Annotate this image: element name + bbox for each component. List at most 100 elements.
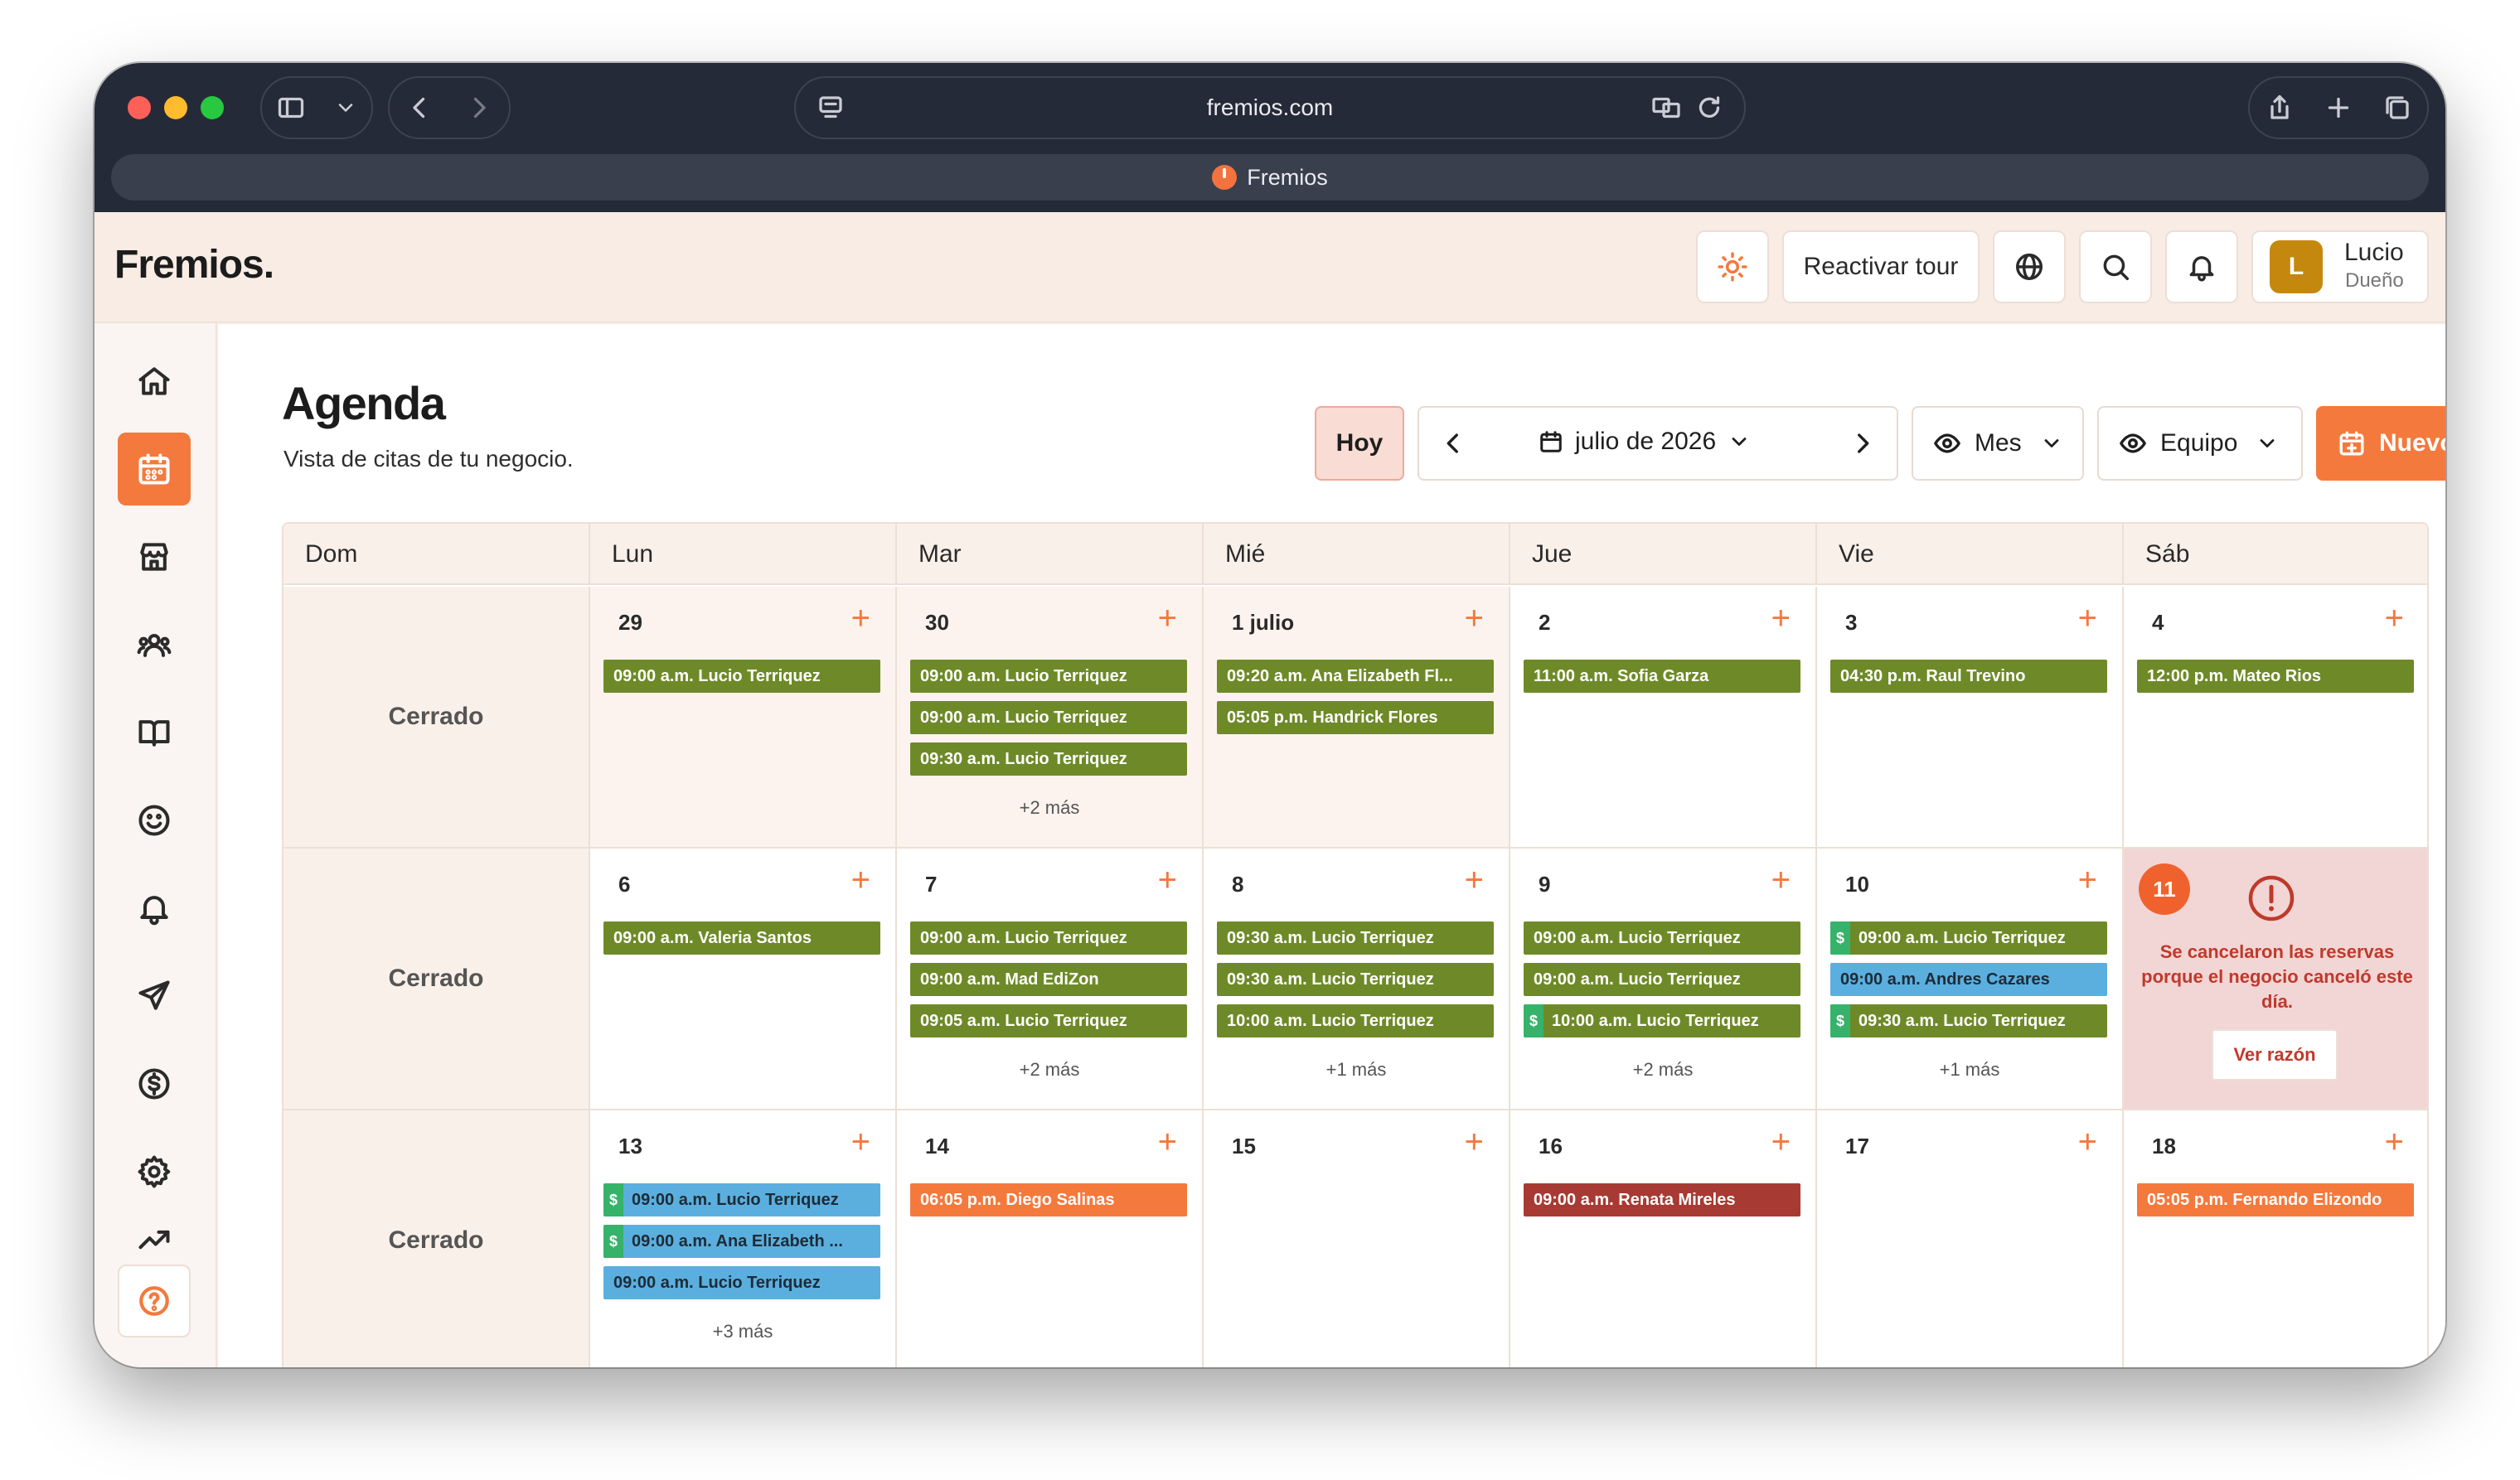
day-cell[interactable]: 30 +09:00 a.m. Lucio Terriquez 09:00 a.m. … <box>897 587 1204 849</box>
appointment-event[interactable]: 09:00 a.m. Lucio Terriquez <box>910 701 1187 734</box>
sidebar-item-notifications[interactable] <box>118 872 191 945</box>
day-cell[interactable]: 3 +04:30 p.m. Raul Trevino <box>1817 587 2124 849</box>
more-events-link[interactable]: +2 más <box>897 1059 1202 1081</box>
tab-fremios[interactable]: Fremios <box>111 154 2429 201</box>
add-appointment-icon[interactable]: + <box>2385 602 2404 635</box>
sidebar-item-clients[interactable] <box>118 784 191 857</box>
appointment-event[interactable]: 06:05 p.m. Diego Salinas <box>910 1183 1187 1216</box>
day-cell[interactable]: 13 + $09:00 a.m. Lucio Terriquez $09:00 a.m… <box>590 1110 897 1367</box>
maximize-window-button[interactable] <box>201 96 224 119</box>
sidebar-toggle-button[interactable] <box>260 76 373 139</box>
appointment-event[interactable]: 09:00 a.m. Valeria Santos <box>603 921 880 955</box>
site-settings-icon[interactable] <box>816 93 846 128</box>
add-appointment-icon[interactable]: + <box>1465 602 1484 635</box>
add-appointment-icon[interactable]: + <box>2078 863 2097 897</box>
team-selector[interactable]: Equipo <box>2097 406 2303 481</box>
appointment-event[interactable]: 12:00 p.m. Mateo Rios <box>2137 660 2414 693</box>
day-cell[interactable]: 17 + <box>1817 1110 2124 1367</box>
appointment-event[interactable]: 09:00 a.m. Lucio Terriquez <box>1524 921 1800 955</box>
view-selector[interactable]: Mes <box>1912 406 2084 481</box>
appointment-event[interactable]: 09:05 a.m. Lucio Terriquez <box>910 1004 1187 1037</box>
day-cell[interactable]: 1 julio +09:20 a.m. Ana Elizabeth Fl... 05… <box>1204 587 1510 849</box>
sidebar-item-home[interactable] <box>118 345 191 418</box>
minimize-window-button[interactable] <box>164 96 187 119</box>
user-menu[interactable]: L Lucio Dueño <box>2251 230 2429 303</box>
appointment-event[interactable]: 09:00 a.m. Andres Cazares <box>1830 963 2107 996</box>
add-appointment-icon[interactable]: + <box>1771 602 1791 635</box>
day-cell[interactable]: 7 +09:00 a.m. Lucio Terriquez 09:00 a.m. M… <box>897 849 1204 1110</box>
reactivate-tour-button[interactable]: Reactivar tour <box>1782 230 1980 303</box>
more-events-link[interactable]: +1 más <box>1204 1059 1509 1081</box>
appointment-event[interactable]: 09:00 a.m. Lucio Terriquez <box>603 1266 880 1299</box>
new-tab-icon[interactable] <box>2324 93 2353 123</box>
day-cell[interactable]: 2 +11:00 a.m. Sofia Garza <box>1510 587 1817 849</box>
day-cell[interactable]: 10 + $09:00 a.m. Lucio Terriquez 09:00 a.m.… <box>1817 849 2124 1110</box>
forward-icon[interactable] <box>464 93 494 123</box>
appointment-event[interactable]: 09:30 a.m. Lucio Terriquez <box>1217 921 1494 955</box>
add-appointment-icon[interactable]: + <box>1158 602 1177 635</box>
address-bar[interactable]: fremios.com <box>794 76 1746 139</box>
sidebar-item-campaigns[interactable] <box>118 960 191 1033</box>
appointment-event[interactable]: 09:00 a.m. Mad EdiZon <box>910 963 1187 996</box>
day-cell[interactable]: 14 +06:05 p.m. Diego Salinas <box>897 1110 1204 1367</box>
appointment-event[interactable]: 11:00 a.m. Sofia Garza <box>1524 660 1800 693</box>
add-appointment-icon[interactable]: + <box>851 1125 870 1158</box>
translate-icon[interactable] <box>1651 93 1681 123</box>
appointment-event[interactable]: 09:00 a.m. Lucio Terriquez <box>1524 963 1800 996</box>
appointment-event[interactable]: 05:05 p.m. Fernando Elizondo <box>2137 1183 2414 1216</box>
day-cell[interactable]: 4 +12:00 p.m. Mateo Rios <box>2124 587 2427 849</box>
tab-overview-icon[interactable] <box>2382 93 2412 123</box>
prev-month-button[interactable] <box>1439 429 1467 464</box>
appointment-event[interactable]: 09:30 a.m. Lucio Terriquez <box>1217 963 1494 996</box>
help-button[interactable] <box>118 1265 191 1337</box>
day-cell[interactable]: 8 +09:30 a.m. Lucio Terriquez 09:30 a.m. L… <box>1204 849 1510 1110</box>
day-cell[interactable]: 6 +09:00 a.m. Valeria Santos <box>590 849 897 1110</box>
brand-logo[interactable]: Fremios. <box>114 242 274 288</box>
sidebar-item-store[interactable] <box>118 520 191 593</box>
add-appointment-icon[interactable]: + <box>1771 1125 1791 1158</box>
more-events-link[interactable]: +1 más <box>1817 1059 2122 1081</box>
appointment-event[interactable]: 09:00 a.m. Lucio Terriquez <box>603 660 880 693</box>
day-cell[interactable]: 16 +09:00 a.m. Renata Mireles <box>1510 1110 1817 1367</box>
appointment-event[interactable]: 04:30 p.m. Raul Trevino <box>1830 660 2107 693</box>
add-appointment-icon[interactable]: + <box>851 863 870 897</box>
language-button[interactable] <box>1993 230 2066 303</box>
add-appointment-icon[interactable]: + <box>2078 1125 2097 1158</box>
add-appointment-icon[interactable]: + <box>2078 602 2097 635</box>
appointment-event[interactable]: 05:05 p.m. Handrick Flores <box>1217 701 1494 734</box>
today-button[interactable]: Hoy <box>1315 406 1404 481</box>
add-appointment-icon[interactable]: + <box>1465 1125 1484 1158</box>
sidebar-item-team[interactable] <box>118 608 191 681</box>
appointment-event[interactable]: 09:00 a.m. Lucio Terriquez <box>910 921 1187 955</box>
new-appointment-button[interactable]: Nuevo <box>2316 406 2445 481</box>
appointment-event[interactable]: 09:20 a.m. Ana Elizabeth Fl... <box>1217 660 1494 693</box>
appointment-event[interactable]: $09:30 a.m. Lucio Terriquez <box>1830 1004 2107 1037</box>
sidebar-item-catalog[interactable] <box>118 696 191 769</box>
sidebar-item-payments[interactable] <box>118 1047 191 1120</box>
appointment-event[interactable]: 09:00 a.m. Lucio Terriquez <box>910 660 1187 693</box>
view-reason-button[interactable]: Ver razón <box>2212 1029 2338 1081</box>
more-events-link[interactable]: +2 más <box>1510 1059 1815 1081</box>
appointment-event[interactable]: 10:00 a.m. Lucio Terriquez <box>1217 1004 1494 1037</box>
appointment-event[interactable]: $10:00 a.m. Lucio Terriquez <box>1524 1004 1800 1037</box>
more-events-link[interactable]: +2 más <box>897 797 1202 819</box>
more-events-link[interactable]: +3 más <box>590 1321 895 1342</box>
appointment-event[interactable]: $09:00 a.m. Lucio Terriquez <box>603 1183 880 1216</box>
day-cell[interactable]: 15 + <box>1204 1110 1510 1367</box>
day-cell[interactable]: 18 +05:05 p.m. Fernando Elizondo <box>2124 1110 2427 1367</box>
close-window-button[interactable] <box>128 96 151 119</box>
sidebar-item-settings[interactable] <box>118 1135 191 1208</box>
add-appointment-icon[interactable]: + <box>1158 1125 1177 1158</box>
back-icon[interactable] <box>405 93 434 123</box>
reload-icon[interactable] <box>1694 93 1724 123</box>
appointment-event[interactable]: $09:00 a.m. Ana Elizabeth ... <box>603 1225 880 1258</box>
notifications-button[interactable] <box>2165 230 2238 303</box>
day-cell[interactable]: 9 +09:00 a.m. Lucio Terriquez 09:00 a.m. L… <box>1510 849 1817 1110</box>
add-appointment-icon[interactable]: + <box>2385 1125 2404 1158</box>
appointment-event[interactable]: 09:00 a.m. Renata Mireles <box>1524 1183 1800 1216</box>
add-appointment-icon[interactable]: + <box>1771 863 1791 897</box>
add-appointment-icon[interactable]: + <box>851 602 870 635</box>
share-icon[interactable] <box>2265 93 2295 123</box>
appointment-event[interactable]: 09:30 a.m. Lucio Terriquez <box>910 742 1187 776</box>
add-appointment-icon[interactable]: + <box>1465 863 1484 897</box>
